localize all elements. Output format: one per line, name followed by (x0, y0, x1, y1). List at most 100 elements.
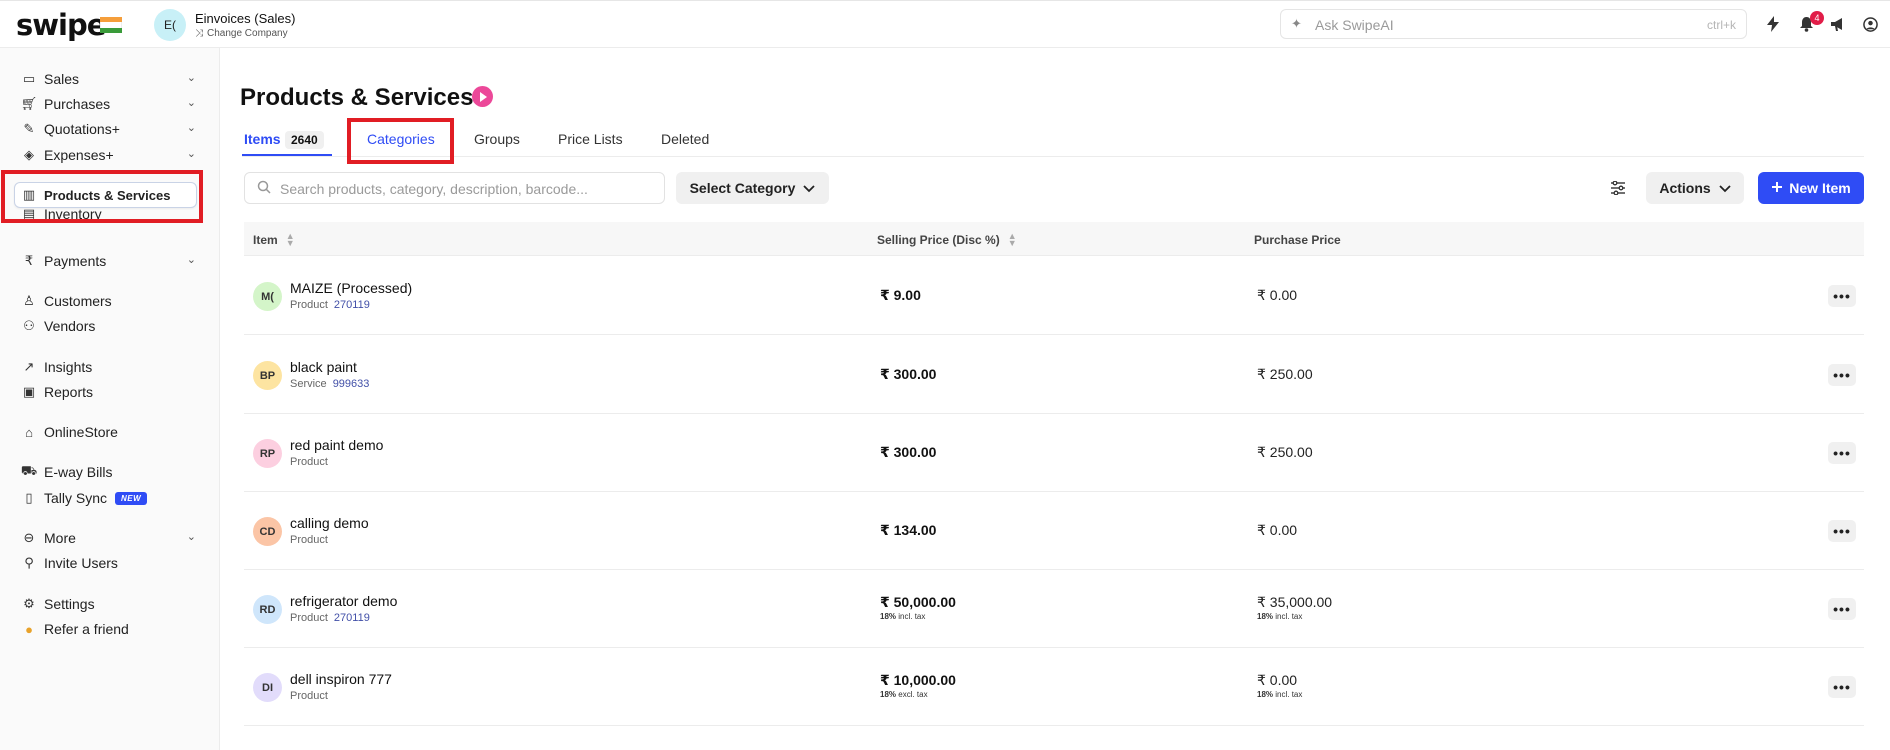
sidebar-item-label: Tally Sync (44, 490, 108, 506)
sidebar-item-label: Payments (44, 253, 107, 269)
india-flag-icon (100, 17, 122, 33)
megaphone-icon[interactable] (1828, 14, 1848, 34)
sidebar-item-more[interactable]: ⊖ More ⌄ (20, 527, 196, 549)
change-company-link[interactable]: ⤨ Change Company (195, 28, 288, 39)
sidebar-item-quotations[interactable]: ✎ Quotations+ ⌄ (20, 118, 196, 140)
table-row[interactable]: M( MAIZE (Processed) Product 270119 ₹ 9.0… (244, 257, 1864, 335)
annotation-highlight-categories (347, 118, 454, 164)
company-name[interactable]: Einvoices (Sales) (195, 11, 295, 26)
sort-icon[interactable]: ▲ ▼ (1008, 232, 1017, 248)
sidebar-item-label: Settings (44, 596, 95, 612)
tax-rate: 18% (1257, 612, 1274, 621)
sidebar-item-expenses[interactable]: ◈ Expenses+ ⌄ (20, 144, 196, 166)
sidebar-item-refer-a-friend[interactable]: ● Refer a friend (20, 618, 196, 640)
selling-tax-note: 18% incl. tax (880, 612, 925, 621)
chevron-down-icon[interactable]: ⌄ (187, 530, 196, 543)
column-selling-price-label: Selling Price (Disc %) (877, 233, 1000, 247)
row-more-button[interactable]: ••• (1828, 598, 1856, 620)
item-hsn-code: 270119 (333, 612, 370, 624)
sidebar-item-label: E-way Bills (44, 464, 113, 480)
column-selling-price[interactable]: Selling Price (Disc %) ▲ ▼ (877, 232, 1017, 248)
shuffle-icon: ⤨ (195, 28, 203, 39)
table-row[interactable]: DI dell inspiron 777 Product ₹ 10,000.00… (244, 648, 1864, 726)
new-item-button[interactable]: New Item (1758, 172, 1864, 204)
table-row[interactable]: RD refrigerator demo Product 270119 ₹ 50,… (244, 570, 1864, 648)
row-more-button[interactable]: ••• (1828, 285, 1856, 307)
item-name[interactable]: calling demo (290, 515, 369, 531)
sidebar-item-sales[interactable]: ▭ Sales ⌄ (20, 68, 196, 90)
row-more-button[interactable]: ••• (1828, 520, 1856, 542)
sidebar-item-label: Refer a friend (44, 621, 129, 637)
item-meta: Product (290, 534, 328, 546)
item-type: Product (290, 690, 328, 702)
sort-icon[interactable]: ▲ ▼ (286, 232, 295, 248)
table-row[interactable]: CD calling demo Product ₹ 134.00 ₹ 0.00 … (244, 492, 1864, 570)
sidebar-item-vendors[interactable]: ⚇ Vendors (20, 315, 196, 337)
item-avatar: CD (253, 517, 282, 546)
chevron-down-icon[interactable]: ⌄ (187, 71, 196, 84)
shortcut-hint: ctrl+k (1706, 18, 1736, 32)
item-name[interactable]: MAIZE (Processed) (290, 280, 412, 296)
sidebar-item-onlinestore[interactable]: ⌂ OnlineStore (20, 421, 196, 443)
sidebar-item-label: Quotations+ (44, 121, 120, 137)
item-name[interactable]: black paint (290, 359, 357, 375)
select-category-label: Select Category (689, 180, 796, 196)
chevron-down-icon[interactable]: ⌄ (187, 253, 196, 266)
table-row[interactable]: BP black paint Service 999633 ₹ 300.00 ₹ … (244, 336, 1864, 414)
row-more-button[interactable]: ••• (1828, 676, 1856, 698)
item-meta: Product (290, 456, 328, 468)
column-item[interactable]: Item ▲ ▼ (253, 232, 295, 248)
sidebar-item-label: Purchases (44, 96, 111, 112)
item-name[interactable]: refrigerator demo (290, 593, 397, 609)
sidebar-item-purchases[interactable]: 🛒︎ Purchases ⌄ (20, 93, 196, 115)
row-more-button[interactable]: ••• (1828, 364, 1856, 386)
tab-deleted[interactable]: Deleted (661, 131, 709, 147)
selling-price: ₹ 300.00 (880, 444, 937, 460)
selling-price: ₹ 9.00 (880, 287, 921, 303)
gear-icon: ⚙ (23, 596, 35, 611)
sidebar-item-tally-sync[interactable]: ▯ Tally Sync NEW (20, 487, 196, 509)
row-more-button[interactable]: ••• (1828, 442, 1856, 464)
item-name[interactable]: dell inspiron 777 (290, 671, 392, 687)
sidebar-item-settings[interactable]: ⚙ Settings (20, 593, 196, 615)
sidebar-item-eway-bills[interactable]: ⛟ E-way Bills (20, 461, 196, 483)
page-title: Products & Services (240, 84, 474, 111)
tab-groups[interactable]: Groups (474, 131, 520, 147)
table-row[interactable]: RP red paint demo Product ₹ 300.00 ₹ 250… (244, 414, 1864, 492)
truck-icon: ⛟ (20, 463, 38, 478)
lightning-icon[interactable] (1763, 14, 1783, 34)
company-avatar[interactable]: E( (154, 9, 186, 41)
user-account-icon[interactable] (1860, 14, 1880, 34)
purchase-price: ₹ 250.00 (1257, 366, 1313, 382)
items-count-badge: 2640 (285, 131, 324, 149)
actions-button[interactable]: Actions (1646, 172, 1744, 204)
sidebar-item-payments[interactable]: ₹ Payments ⌄ (20, 250, 196, 272)
sidebar-item-customers[interactable]: ♙ Customers (20, 290, 196, 312)
chevron-down-icon[interactable]: ⌄ (187, 121, 196, 134)
ask-swipeai-placeholder: Ask SwipeAI (1315, 17, 1394, 33)
chevron-down-icon[interactable]: ⌄ (187, 147, 196, 160)
trend-icon: ↗ (23, 359, 35, 374)
sidebar-item-reports[interactable]: ▣ Reports (20, 381, 196, 403)
sidebar-item-insights[interactable]: ↗ Insights (20, 356, 196, 378)
column-purchase-price: Purchase Price (1254, 233, 1341, 247)
select-category-dropdown[interactable]: Select Category (676, 172, 829, 204)
swipe-logo[interactable]: swipe (16, 8, 106, 42)
chevron-down-icon[interactable]: ⌄ (187, 96, 196, 109)
column-settings-icon[interactable] (1608, 178, 1628, 198)
sidebar-item-label: Sales (44, 71, 80, 87)
tab-items[interactable]: Items (244, 131, 281, 147)
purchase-price: ₹ 0.00 (1257, 672, 1298, 688)
notification-badge: 4 (1810, 11, 1824, 25)
product-search-input[interactable]: Search products, category, description, … (244, 172, 665, 204)
selling-price: ₹ 10,000.00 (880, 672, 956, 688)
play-video-icon[interactable] (472, 86, 493, 107)
top-bar: swipe E( Einvoices (Sales) ⤨ Change Comp… (0, 0, 1890, 48)
cash-icon: ▭ (22, 71, 36, 86)
sidebar-item-label: Insights (44, 359, 93, 375)
search-placeholder: Search products, category, description, … (280, 181, 588, 197)
ask-swipeai-input[interactable]: ✦ Ask SwipeAI ctrl+k (1280, 9, 1747, 39)
tab-price-lists[interactable]: Price Lists (558, 131, 623, 147)
item-name[interactable]: red paint demo (290, 437, 383, 453)
sidebar-item-invite-users[interactable]: ⚲ Invite Users (20, 552, 196, 574)
